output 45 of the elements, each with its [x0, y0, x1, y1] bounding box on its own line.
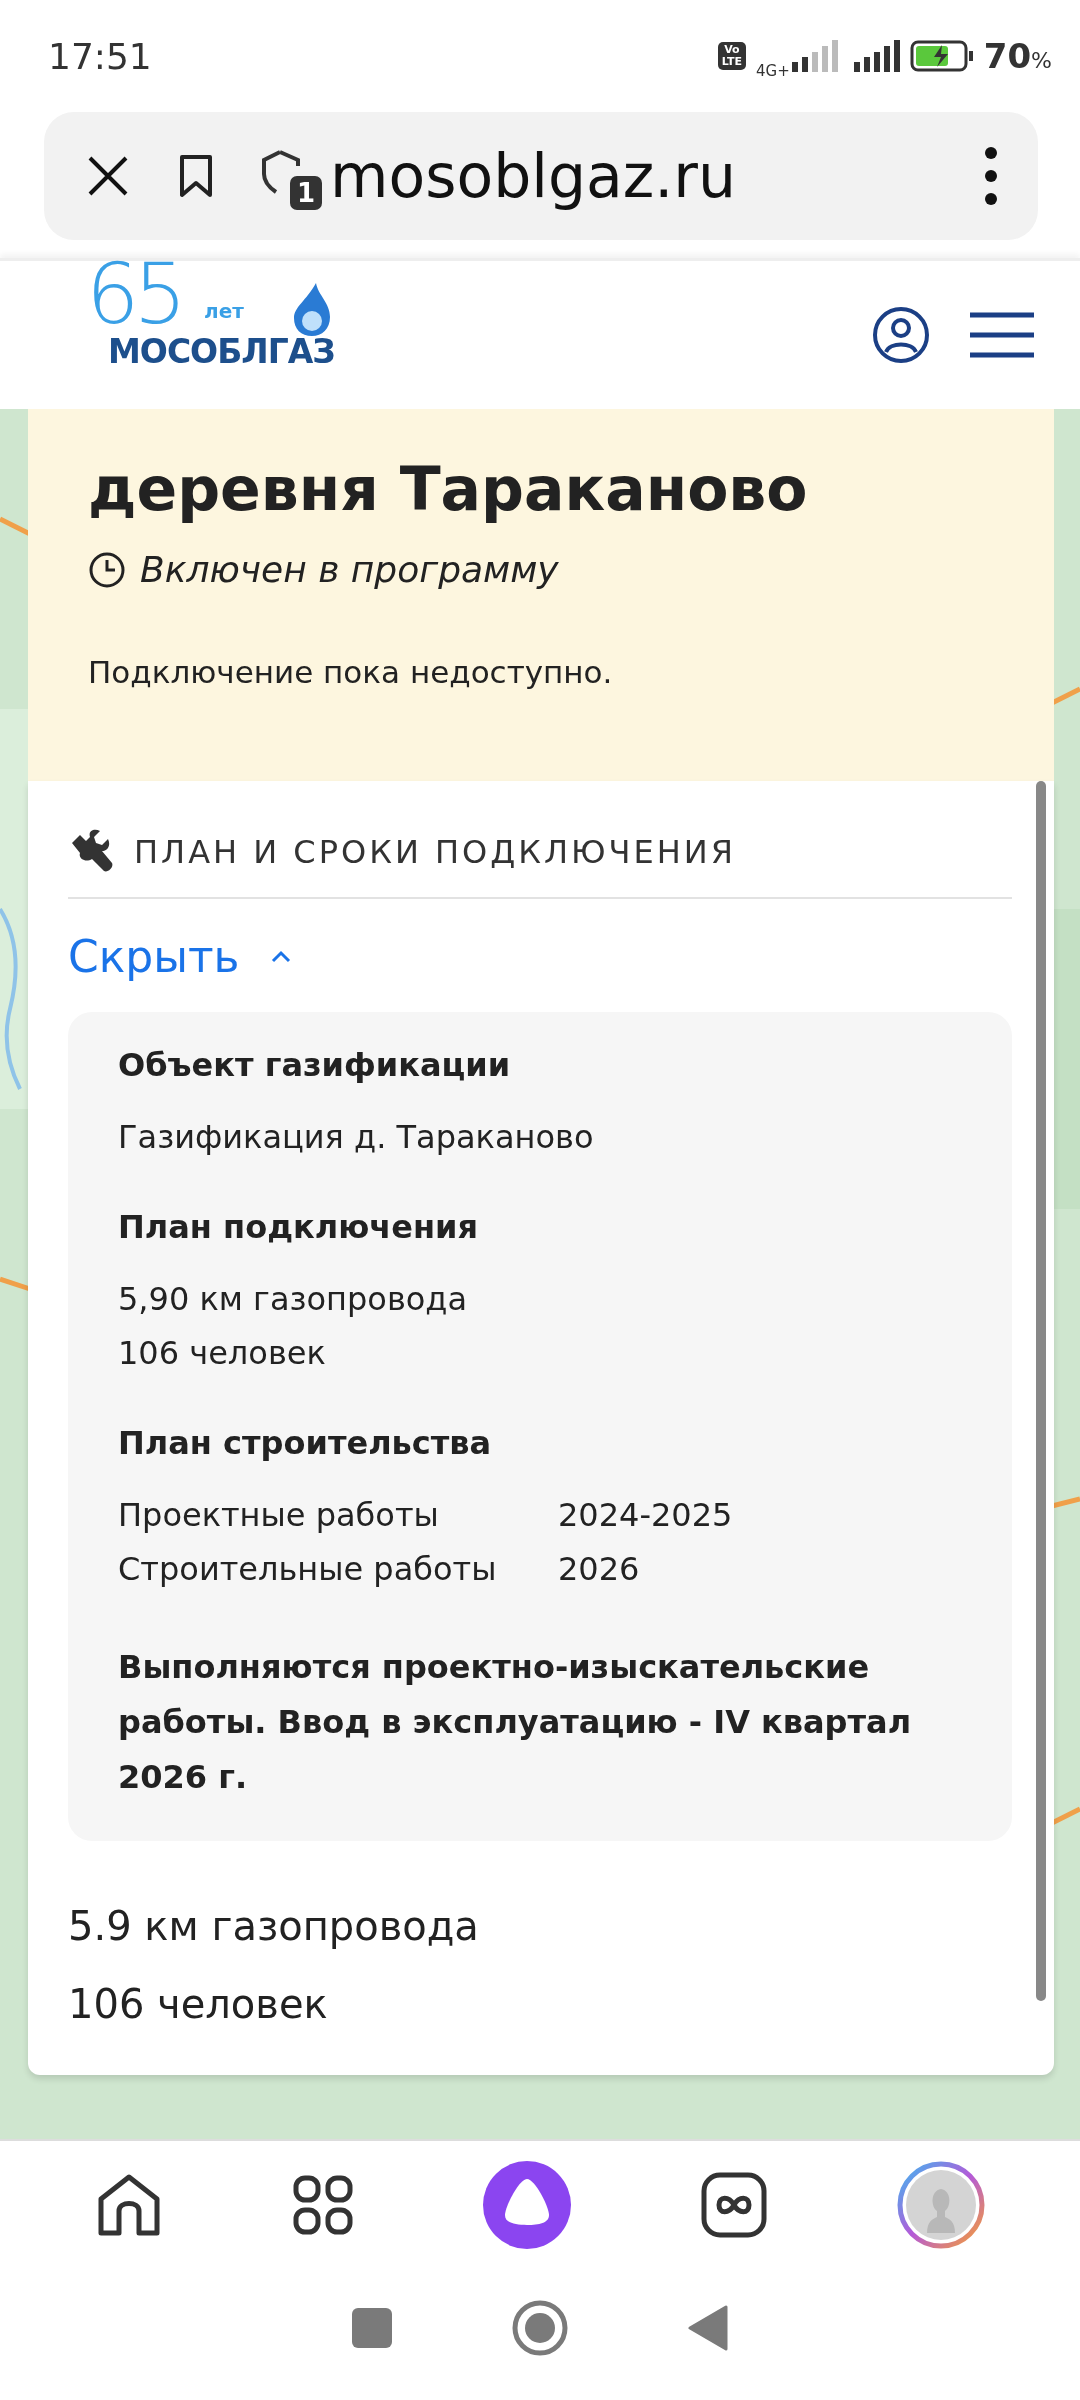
flame-icon	[292, 281, 332, 337]
clock-icon	[88, 550, 126, 589]
menu-icon[interactable]	[970, 312, 1034, 358]
profile-avatar-icon[interactable]	[897, 2161, 985, 2249]
chevron-icon	[269, 949, 292, 964]
url-text[interactable]: mosoblgaz.ru	[330, 141, 936, 211]
detail-line: 106 человек	[118, 1333, 327, 1374]
detail-line: Газификация д. Тараканово	[118, 1117, 595, 1158]
progress-note: Выполняются проектно-изыскательские работы. Ввод в эксплуатацию - IV квартал 2026 г.	[118, 1647, 913, 1798]
recents-icon[interactable]	[352, 2307, 392, 2348]
address-bar[interactable]: 1 mosoblgaz.ru	[44, 112, 1038, 240]
summary-line: 5.9 км газопровода	[68, 1902, 480, 1951]
locality-title: деревня Тараканово	[88, 453, 809, 526]
battery-icon	[909, 40, 974, 72]
detail-heading: План строительства	[118, 1424, 493, 1462]
account-icon[interactable]	[872, 306, 930, 364]
signal-icon	[853, 40, 900, 72]
close-icon[interactable]	[86, 154, 130, 198]
availability-note: Подключение пока недоступно.	[88, 654, 614, 690]
program-status: Включен в программу	[140, 549, 559, 590]
stage-years: 2024-2025	[558, 1495, 733, 1536]
network-type: 4G+	[756, 62, 790, 80]
detail-line: 5,90 км газопровода	[118, 1279, 469, 1320]
detail-heading: План подключения	[118, 1208, 479, 1246]
stage-label: Проектные работы	[118, 1495, 440, 1536]
infinity-app-icon[interactable]	[701, 2172, 767, 2238]
assistant-icon[interactable]	[483, 2161, 571, 2249]
more-options-icon[interactable]	[984, 146, 998, 206]
hide-toggle[interactable]: Скрыть	[68, 931, 292, 982]
home-button-icon[interactable]	[512, 2299, 568, 2356]
logo-name: МОСОБЛГАЗ	[108, 335, 335, 368]
section-title: ПЛАН И СРОКИ ПОДКЛЮЧЕНИЯ	[134, 833, 736, 871]
status-time: 17:51	[48, 35, 152, 77]
summary-line: 106 человек	[68, 1980, 329, 2029]
stage-years: 2026	[558, 1549, 640, 1590]
detail-heading: Объект газификации	[118, 1046, 512, 1084]
back-icon[interactable]	[688, 2304, 728, 2351]
stage-label: Строительные работы	[118, 1549, 498, 1590]
logo-years: лет	[204, 299, 244, 323]
volte-icon: Vo LTE	[717, 42, 746, 70]
bookmark-icon[interactable]	[178, 153, 214, 199]
scrollbar[interactable]	[1036, 781, 1046, 2001]
apps-grid-icon[interactable]	[293, 2175, 353, 2235]
battery-percent: 70%	[983, 36, 1052, 76]
tracker-count-badge: 1	[289, 176, 322, 210]
